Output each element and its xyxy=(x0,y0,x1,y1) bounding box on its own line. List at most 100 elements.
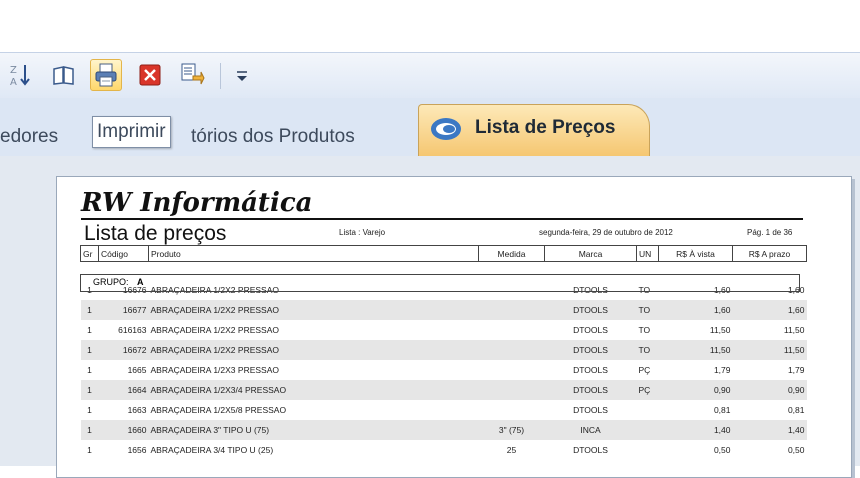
cell-gr: 1 xyxy=(87,365,92,375)
cell-gr: 1 xyxy=(87,405,92,415)
cell-gr: 1 xyxy=(80,340,99,360)
price-list-filter: Lista : Varejo xyxy=(339,228,386,237)
header-gr: Gr xyxy=(80,245,99,262)
window-top-area xyxy=(0,0,860,52)
cell-un: TO xyxy=(638,325,651,335)
cell-marca: DTOOLS xyxy=(573,405,608,415)
cell-un: TO xyxy=(636,340,659,360)
cell-un xyxy=(637,400,659,420)
cell-vista: 1,40 xyxy=(658,420,733,440)
cell-vista: 1,60 xyxy=(658,300,733,320)
table-row: 1 1664 ABRAÇADEIRA 1/2X3/4 PRESSAO DTOOLS PÇ… xyxy=(80,380,807,400)
page-number: Pág. 1 de 36 xyxy=(747,228,793,237)
cell-codigo: 16677 xyxy=(98,300,149,320)
cell-prazo: 0,90 xyxy=(732,380,807,400)
report-title: Lista de preços xyxy=(84,222,227,245)
group-label: GRUPO: xyxy=(93,277,129,287)
cell-produto: ABRAÇADEIRA 1/2X5/8 PRESSAO xyxy=(150,405,287,415)
cell-codigo: 616163 xyxy=(118,325,147,335)
cell-un xyxy=(637,440,659,460)
header-un: UN xyxy=(636,245,659,262)
toolbar-separator xyxy=(220,63,221,89)
table-row: 1 1663 ABRAÇADEIRA 1/2X5/8 PRESSAO DTOOLS 0,… xyxy=(81,400,807,420)
print-tooltip: Imprimir xyxy=(92,116,171,148)
header-prazo: R$ A prazo xyxy=(732,245,807,262)
sort-desc-icon[interactable]: ZA xyxy=(6,59,38,91)
table-row: 1 616163 ABRAÇADEIRA 1/2X2 PRESSAO DTOOLS TO… xyxy=(81,320,807,340)
cell-medida: 3" (75) xyxy=(478,420,545,440)
table-header-row: Gr Código Produto Medida Marca UN R$ À v… xyxy=(80,245,807,262)
cell-un: PÇ xyxy=(638,365,651,375)
close-preview-icon[interactable] xyxy=(134,59,166,91)
cell-marca: DTOOLS xyxy=(573,365,608,375)
cell-medida: 25 xyxy=(506,445,517,455)
table-row: 1 16677 ABRAÇADEIRA 1/2X2 PRESSAO DTOOLS TO 1… xyxy=(80,300,807,320)
cell-un: TO xyxy=(636,300,659,320)
cell-vista: 0,81 xyxy=(713,405,731,415)
cell-gr: 1 xyxy=(80,300,99,320)
ribbon-toolbar: ZA xyxy=(0,52,860,100)
cell-produto: ABRAÇADEIRA 1/2X2 PRESSAO xyxy=(150,325,280,335)
table-row: 1 1660 ABRAÇADEIRA 3" TIPO U (75) 3" (75) IN… xyxy=(80,420,807,440)
cell-produto: ABRAÇADEIRA 3/4 TIPO U (25) xyxy=(150,445,274,455)
cell-prazo: 1,40 xyxy=(732,420,807,440)
tab-produtos-label[interactable]: tórios dos Produtos xyxy=(191,126,355,148)
header-medida: Medida xyxy=(478,245,545,262)
header-produto: Produto xyxy=(148,245,479,262)
cell-marca: INCA xyxy=(544,420,637,440)
cell-gr: 1 xyxy=(80,380,99,400)
company-name: RW Informática xyxy=(81,188,313,218)
svg-text:Z: Z xyxy=(10,65,17,76)
cell-produto: ABRAÇADEIRA 1/2X2 PRESSAO xyxy=(148,340,479,360)
cell-codigo: 1664 xyxy=(98,380,149,400)
export-icon[interactable] xyxy=(176,59,208,91)
table-row: 1 1656 ABRAÇADEIRA 3/4 TIPO U (25) 25 DTOOLS… xyxy=(81,440,807,460)
cell-medida xyxy=(479,320,545,340)
report-page: RW Informática Lista de preços Lista : V… xyxy=(56,176,852,478)
report-icon xyxy=(429,115,463,148)
cell-un: PÇ xyxy=(636,380,659,400)
cell-vista: 0,50 xyxy=(713,445,731,455)
group-value: A xyxy=(137,277,144,287)
tab-partial-label[interactable]: edores xyxy=(0,126,58,148)
cell-prazo: 0,81 xyxy=(787,405,805,415)
cell-vista: 11,50 xyxy=(709,325,731,335)
cell-produto: ABRAÇADEIRA 3" TIPO U (75) xyxy=(148,420,479,440)
cell-medida xyxy=(479,400,545,420)
group-header: GRUPO: A xyxy=(80,274,800,292)
cell-medida xyxy=(479,360,545,380)
cell-produto: ABRAÇADEIRA 1/2X2 PRESSAO xyxy=(148,300,479,320)
open-book-icon[interactable] xyxy=(48,59,80,91)
cell-vista: 0,90 xyxy=(658,380,733,400)
header-marca: Marca xyxy=(544,245,637,262)
cell-prazo: 0,50 xyxy=(787,445,805,455)
cell-codigo: 16672 xyxy=(98,340,149,360)
toolbar-dropdown-icon[interactable] xyxy=(226,59,258,91)
cell-marca: DTOOLS xyxy=(573,325,608,335)
cell-gr: 1 xyxy=(87,445,92,455)
cell-medida xyxy=(478,340,545,360)
cell-prazo: 1,79 xyxy=(787,365,805,375)
cell-codigo: 1665 xyxy=(127,365,147,375)
cell-prazo: 11,50 xyxy=(783,325,805,335)
header-vista: R$ À vista xyxy=(658,245,733,262)
cell-vista: 11,50 xyxy=(658,340,733,360)
print-preview-area[interactable]: RW Informática Lista de preços Lista : V… xyxy=(0,156,860,478)
cell-marca: DTOOLS xyxy=(544,340,637,360)
cell-medida xyxy=(478,300,545,320)
cell-codigo: 1656 xyxy=(127,445,147,455)
table-row: 1 16672 ABRAÇADEIRA 1/2X2 PRESSAO DTOOLS TO 1… xyxy=(80,340,807,360)
cell-medida xyxy=(478,380,545,400)
header-codigo: Código xyxy=(98,245,149,262)
cell-marca: DTOOLS xyxy=(544,300,637,320)
tab-group-inactive[interactable]: edores tórios dos Produtos xyxy=(0,122,410,156)
header-divider xyxy=(81,218,803,220)
print-icon[interactable] xyxy=(90,59,122,91)
cell-prazo: 11,50 xyxy=(732,340,807,360)
cell-un xyxy=(636,420,659,440)
cell-marca: DTOOLS xyxy=(573,445,608,455)
cell-produto: ABRAÇADEIRA 1/2X3/4 PRESSAO xyxy=(148,380,479,400)
tab-lista-de-precos[interactable]: Lista de Preços xyxy=(418,104,650,157)
cell-codigo: 1660 xyxy=(98,420,149,440)
cell-vista: 1,79 xyxy=(713,365,731,375)
